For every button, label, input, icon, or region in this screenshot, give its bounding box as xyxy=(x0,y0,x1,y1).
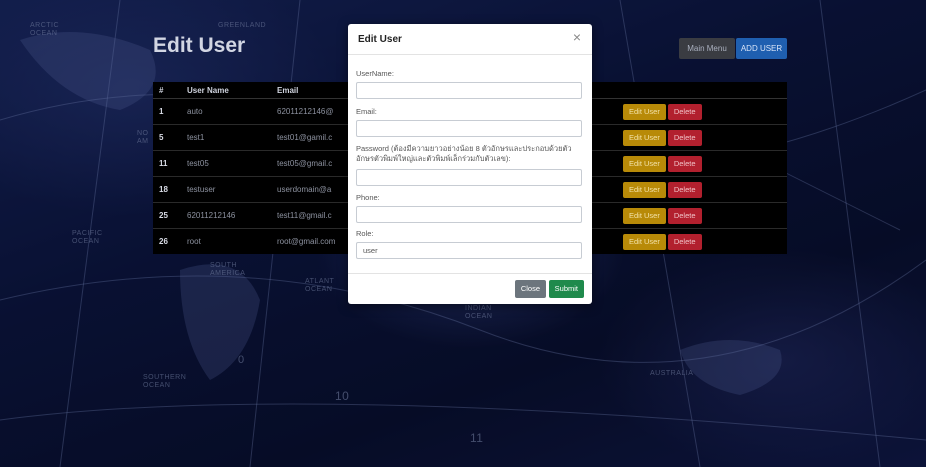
delete-user-button[interactable]: Delete xyxy=(667,207,702,224)
email-label: Email: xyxy=(356,107,377,116)
delete-user-button[interactable]: Delete xyxy=(667,233,702,250)
header-id: # xyxy=(153,82,181,99)
cell-username: root xyxy=(181,228,271,254)
delete-user-button[interactable]: Delete xyxy=(667,181,702,198)
phone-label: Phone: xyxy=(356,193,380,202)
edit-user-modal: Edit User × UserName: Email: Password (ต… xyxy=(348,24,592,304)
main-menu-button[interactable]: Main Menu xyxy=(679,38,735,59)
header-actions xyxy=(617,82,787,99)
edit-user-button[interactable]: Edit User xyxy=(623,207,666,224)
cell-id: 11 xyxy=(153,150,181,177)
email-input[interactable] xyxy=(356,120,582,137)
add-user-button[interactable]: ADD USER xyxy=(736,38,787,59)
cell-username: 62011212146 xyxy=(181,202,271,229)
phone-input[interactable] xyxy=(356,206,582,223)
cell-username: test1 xyxy=(181,124,271,151)
edit-user-button[interactable]: Edit User xyxy=(623,103,666,120)
cell-actions: Edit User Delete xyxy=(617,202,787,229)
modal-footer: Close Submit xyxy=(348,273,592,304)
edit-user-button[interactable]: Edit User xyxy=(623,129,666,146)
cell-actions: Edit User Delete xyxy=(617,124,787,151)
password-label: Password (ต้องมีความยาวอย่างน้อย 8 ตัวอั… xyxy=(356,144,572,163)
delete-user-button[interactable]: Delete xyxy=(667,103,702,120)
role-input[interactable]: user xyxy=(356,242,582,259)
cell-actions: Edit User Delete xyxy=(617,150,787,177)
edit-user-button[interactable]: Edit User xyxy=(623,233,666,250)
cell-id: 26 xyxy=(153,228,181,254)
cell-id: 5 xyxy=(153,124,181,151)
modal-header: Edit User × xyxy=(348,24,592,55)
cell-id: 18 xyxy=(153,176,181,203)
cell-actions: Edit User Delete xyxy=(617,228,787,254)
header-username: User Name xyxy=(181,82,271,99)
delete-user-button[interactable]: Delete xyxy=(667,155,702,172)
edit-user-button[interactable]: Edit User xyxy=(623,181,666,198)
cell-id: 1 xyxy=(153,98,181,125)
cell-id: 25 xyxy=(153,202,181,229)
password-input[interactable] xyxy=(356,169,582,186)
close-icon[interactable]: × xyxy=(570,30,584,44)
submit-button[interactable]: Submit xyxy=(548,280,584,298)
cell-actions: Edit User Delete xyxy=(617,98,787,125)
close-button[interactable]: Close xyxy=(514,280,546,298)
username-label: UserName: xyxy=(356,69,394,78)
cell-username: testuser xyxy=(181,176,271,203)
delete-user-button[interactable]: Delete xyxy=(667,129,702,146)
cell-username: auto xyxy=(181,98,271,125)
username-input[interactable] xyxy=(356,82,582,99)
edit-user-button[interactable]: Edit User xyxy=(623,155,666,172)
page-title: Edit User xyxy=(153,34,246,57)
cell-actions: Edit User Delete xyxy=(617,176,787,203)
role-label: Role: xyxy=(356,229,374,238)
cell-username: test05 xyxy=(181,150,271,177)
modal-title: Edit User xyxy=(358,34,402,45)
